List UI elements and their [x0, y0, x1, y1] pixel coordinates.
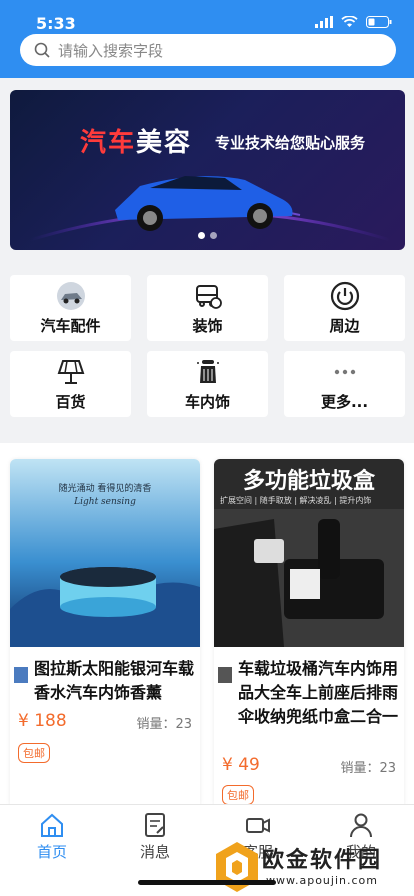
lamp-icon	[56, 357, 86, 387]
carousel-dot[interactable]	[210, 232, 217, 239]
tab-home[interactable]: 首页	[12, 811, 92, 862]
free-shipping-tag: 包邮	[18, 743, 50, 763]
home-icon	[41, 813, 63, 837]
product-price: ¥ 49	[222, 755, 260, 775]
promo-banner[interactable]: 汽车美容 专业技术给您贴心服务	[10, 90, 405, 250]
category-interior[interactable]: 车内饰	[147, 351, 268, 417]
message-icon	[145, 813, 165, 837]
car-photo-icon	[56, 281, 86, 311]
search-bar[interactable]: 请输入搜索字段	[20, 34, 396, 66]
banner-title: 汽车美容	[80, 122, 192, 159]
carousel-dot[interactable]	[198, 232, 205, 239]
car-decor-icon	[193, 281, 223, 311]
watermark-url: www.apoujin.com	[266, 874, 378, 887]
category-label: 更多...	[320, 392, 369, 411]
category-label: 汽车配件	[40, 316, 101, 335]
home-indicator	[138, 880, 276, 885]
product-thumbnail	[14, 667, 28, 683]
watermark-text: 欧金软件园	[262, 848, 383, 873]
banner-subtitle: 专业技术给您贴心服务	[215, 134, 366, 152]
product-list: 随光涌动 看得见的清香 Light sensing 图拉斯太阳能银河车载香水汽车…	[0, 443, 414, 804]
category-decor[interactable]: 装饰	[147, 275, 268, 341]
category-grid: 汽车配件 装饰 周边 百货 车内饰 更多...	[10, 275, 405, 417]
product-name: 车载垃圾桶汽车内饰用品大全车上前座后排雨伞收纳兜纸巾盒二合一	[238, 659, 399, 726]
product-image-title: 多功能垃圾盒	[242, 469, 375, 494]
banner-title-white: 美容	[136, 128, 193, 158]
product-card[interactable]: 随光涌动 看得见的清香 Light sensing 图拉斯太阳能银河车载香水汽车…	[10, 459, 200, 804]
category-label: 装饰	[192, 316, 223, 335]
category-surroundings[interactable]: 周边	[284, 275, 405, 341]
product-price: ¥ 188	[18, 711, 67, 731]
watermark-logo-icon	[216, 842, 258, 892]
tab-label: 消息	[139, 843, 170, 861]
search-icon	[34, 42, 50, 58]
status-icons	[315, 16, 392, 28]
battery-icon	[366, 16, 392, 28]
product-image-features: 扩展空间 | 随手取放 | 解决凌乱 | 提升内饰	[220, 496, 372, 505]
category-label: 百货	[55, 392, 86, 411]
more-dots-icon	[330, 357, 360, 387]
wifi-icon	[341, 16, 358, 27]
product-card[interactable]: 多功能垃圾盒 扩展空间 | 随手取放 | 解决凌乱 | 提升内饰 车载垃圾桶汽车…	[214, 459, 404, 804]
free-shipping-tag: 包邮	[222, 785, 254, 804]
product-sales: 销量：23	[340, 761, 396, 776]
tab-label: 首页	[36, 843, 67, 861]
user-icon	[350, 813, 372, 838]
video-icon	[246, 818, 270, 833]
category-car-parts[interactable]: 汽车配件	[10, 275, 131, 341]
search-input[interactable]: 请输入搜索字段	[58, 40, 163, 61]
category-label: 车内饰	[184, 392, 230, 411]
product-name: 图拉斯太阳能银河车载香水汽车内饰香薰	[34, 659, 195, 702]
category-more[interactable]: 更多...	[284, 351, 405, 417]
status-time: 5:33	[36, 14, 76, 33]
watermark: 欧金软件园 www.apoujin.com	[212, 838, 414, 896]
seat-icon	[193, 357, 223, 387]
category-label: 周边	[329, 316, 360, 335]
carousel-dots[interactable]	[198, 232, 217, 239]
product-sales: 销量：23	[136, 717, 192, 732]
header: 5:33 请输入搜索字段	[0, 0, 414, 78]
banner-title-red: 汽车	[80, 128, 137, 158]
power-icon	[330, 281, 360, 311]
product-image-caption: 随光涌动 看得见的清香	[58, 484, 152, 494]
product-thumbnail	[218, 667, 232, 683]
product-image-caption-en: Light sensing	[74, 497, 136, 507]
tab-messages[interactable]: 消息	[115, 811, 195, 862]
signal-icon	[315, 16, 333, 28]
category-general-goods[interactable]: 百货	[10, 351, 131, 417]
main-content: 汽车美容 专业技术给您贴心服务 汽车配件 装饰 周边 百货 车内饰 更多... …	[0, 78, 414, 804]
banner-car-image	[29, 176, 391, 242]
